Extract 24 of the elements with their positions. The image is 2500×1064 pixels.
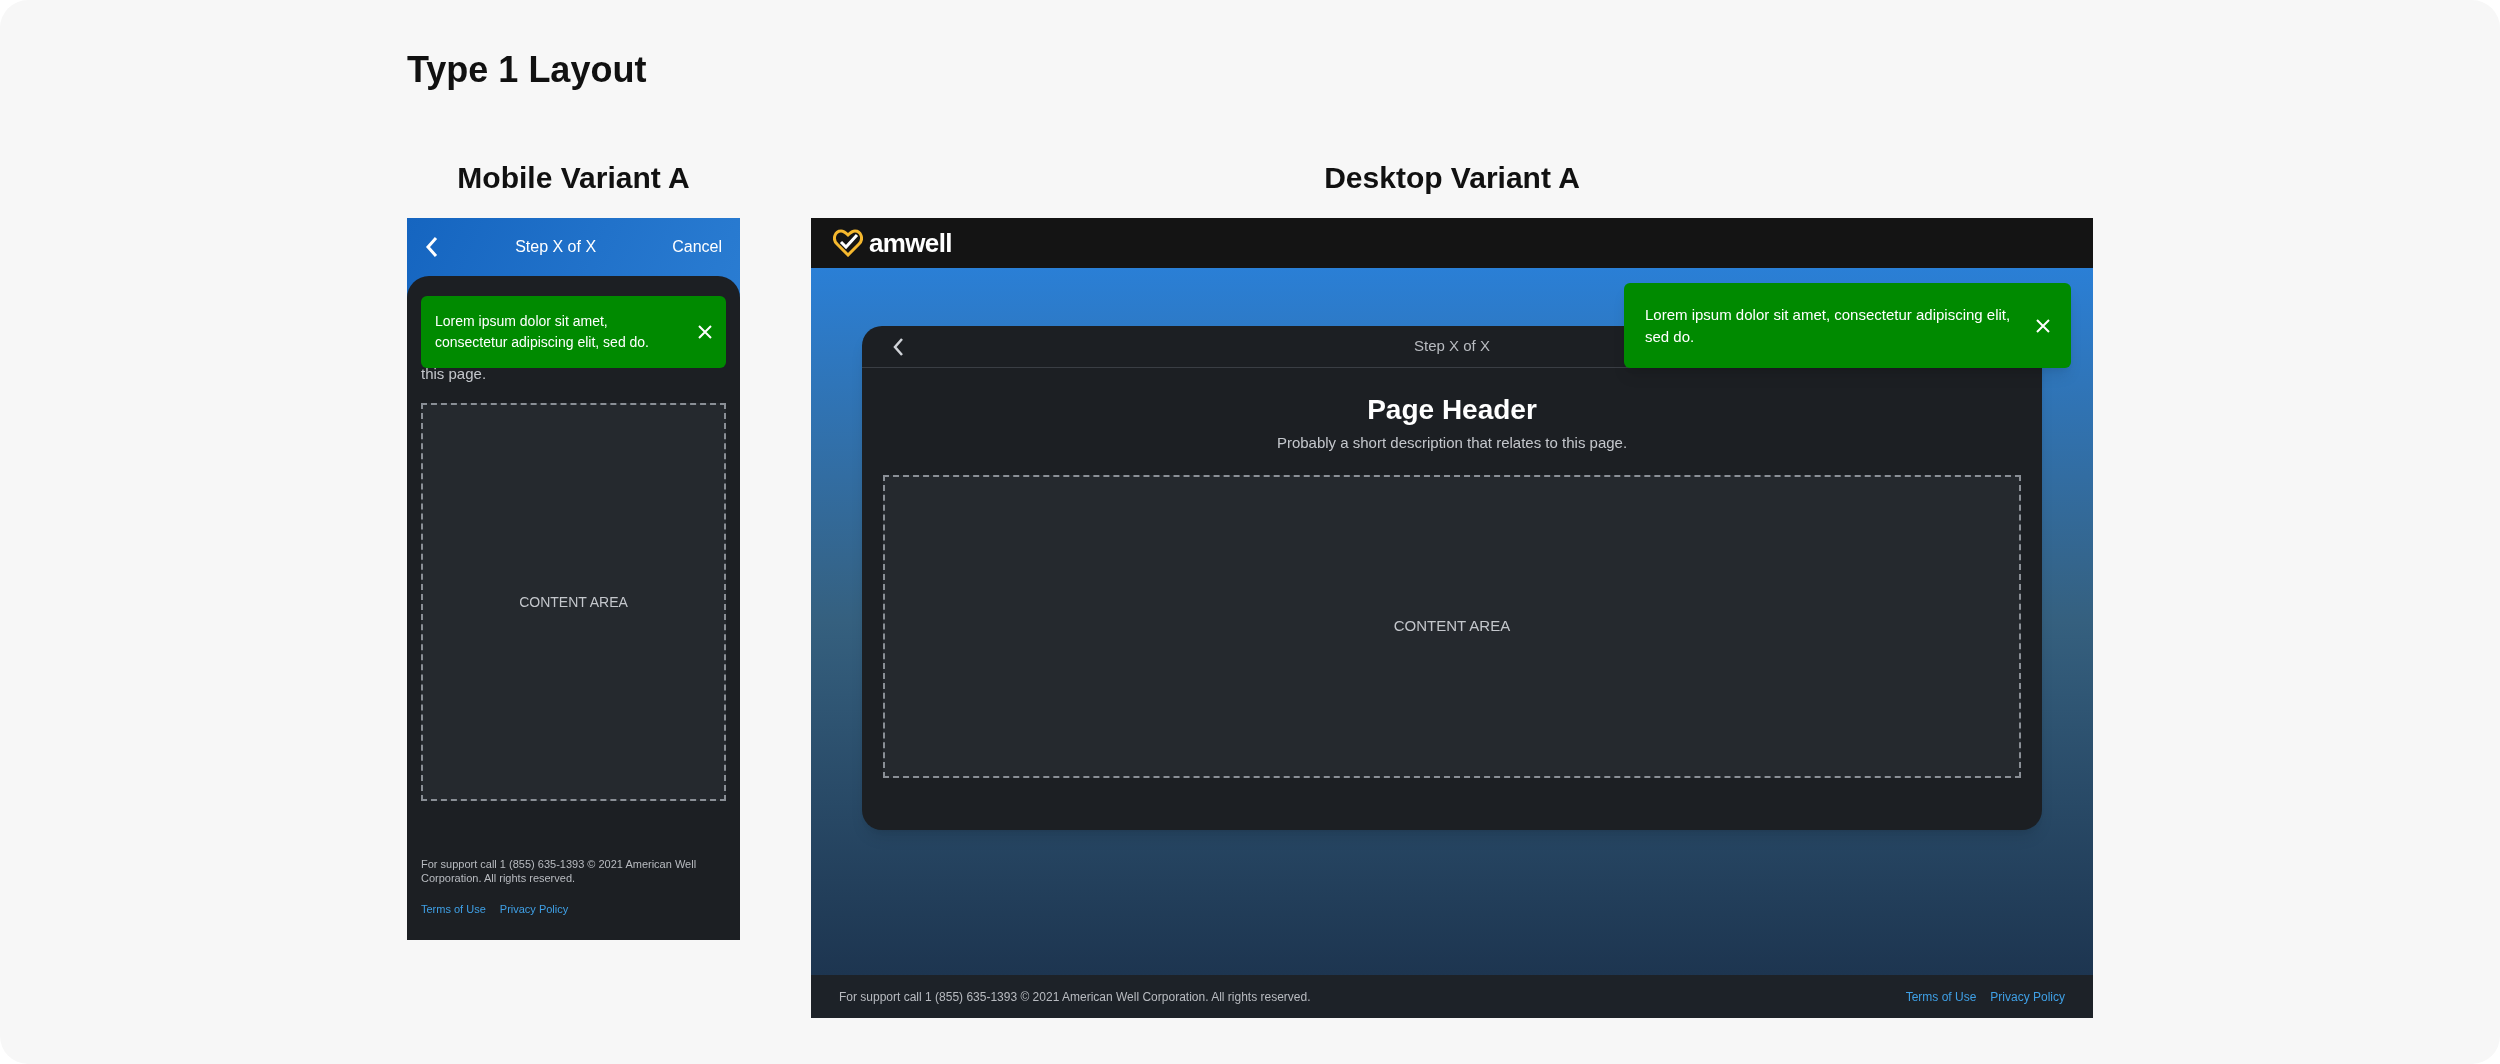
content-area-label: CONTENT AREA: [519, 592, 628, 612]
support-text: For support call 1 (855) 635-1393 © 2021 American Well Corporation. All rights reserved.: [421, 857, 698, 885]
step-indicator: Step X of X: [1414, 336, 1490, 357]
variant-heading: Mobile Variant A: [456, 160, 691, 196]
footer-link[interactable]: Privacy Policy: [499, 901, 569, 918]
cancel-link[interactable]: Cancel: [672, 235, 722, 259]
toast-message: Lorem ipsum dolor sit amet, consectetur adipiscing elit, sed do.: [435, 312, 650, 352]
footer-link[interactable]: Terms of Use: [421, 901, 486, 918]
toast-message: Lorem ipsum dolor sit amet, consectetur adipiscing elit, sed do.: [1645, 304, 2012, 347]
page-header: Page Header: [1367, 393, 1537, 427]
heart-check-logo-icon: [833, 229, 863, 257]
page-title: Type 1 Layout: [407, 48, 648, 92]
footer-link[interactable]: Terms of Use: [1905, 987, 1977, 1006]
content-area-label: CONTENT AREA: [1393, 615, 1511, 636]
close-icon[interactable]: [2036, 318, 2050, 333]
close-icon[interactable]: [698, 325, 712, 339]
page-description: this page.: [421, 364, 488, 384]
footer-link[interactable]: Privacy Policy: [1990, 987, 2065, 1006]
variant-heading: Desktop Variant A: [1323, 160, 1581, 196]
brand-logo: amwell: [869, 226, 952, 260]
back-chevron-icon[interactable]: [892, 336, 904, 357]
step-indicator: Step X of X: [514, 237, 598, 257]
support-text: For support call 1 (855) 635-1393 © 2021 American Well Corporation. All rights reserved.: [839, 988, 1312, 1006]
page-description: Probably a short description that relates to this page.: [1276, 433, 1628, 453]
